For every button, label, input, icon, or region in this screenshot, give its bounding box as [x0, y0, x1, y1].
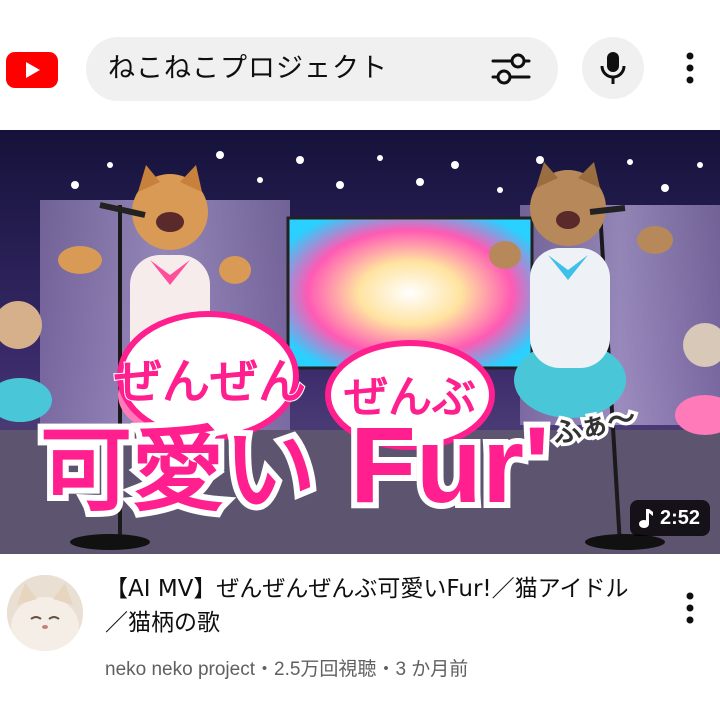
- youtube-logo-icon[interactable]: [6, 52, 58, 88]
- cat-avatar-icon: [7, 575, 83, 651]
- channel-avatar[interactable]: [7, 575, 83, 651]
- search-filter-icon[interactable]: [490, 49, 532, 89]
- video-metadata: neko neko project・2.5万回視聴・3 か月前: [105, 654, 468, 681]
- overlay-line-1: ぜんぜん: [114, 354, 306, 410]
- video-title[interactable]: 【AI MV】ぜんぜんぜんぶ可愛いFur!／猫アイドル／猫柄の歌: [105, 572, 650, 640]
- view-count: 2.5万回視聴: [274, 659, 377, 680]
- search-query-text[interactable]: ねこねこプロジェクト: [108, 37, 388, 101]
- search-bar[interactable]: ねこねこプロジェクト: [86, 37, 558, 101]
- upload-age: 3 か月前: [395, 659, 469, 680]
- more-options-icon[interactable]: [676, 50, 704, 86]
- top-app-bar: ねこねこプロジェクト: [0, 0, 720, 130]
- duration-badge: 2:52: [630, 500, 711, 536]
- overlay-main-text: 可愛い: [40, 417, 316, 524]
- duration-text: 2:52: [660, 506, 701, 529]
- overlay-fur-text: Fur': [350, 404, 550, 525]
- meta-separator: ・: [376, 659, 396, 680]
- music-note-icon: [639, 509, 653, 528]
- meta-separator: ・: [255, 659, 275, 680]
- overlay-small-text: ふぁ〜: [550, 401, 639, 451]
- video-thumbnail[interactable]: ぜんぜん ぜんぶ ふぁ〜 可愛い Fur': [0, 130, 720, 554]
- voice-search-button[interactable]: [582, 37, 644, 99]
- video-more-options-icon[interactable]: [676, 590, 704, 626]
- microphone-icon: [600, 52, 626, 84]
- channel-name[interactable]: neko neko project: [105, 659, 255, 680]
